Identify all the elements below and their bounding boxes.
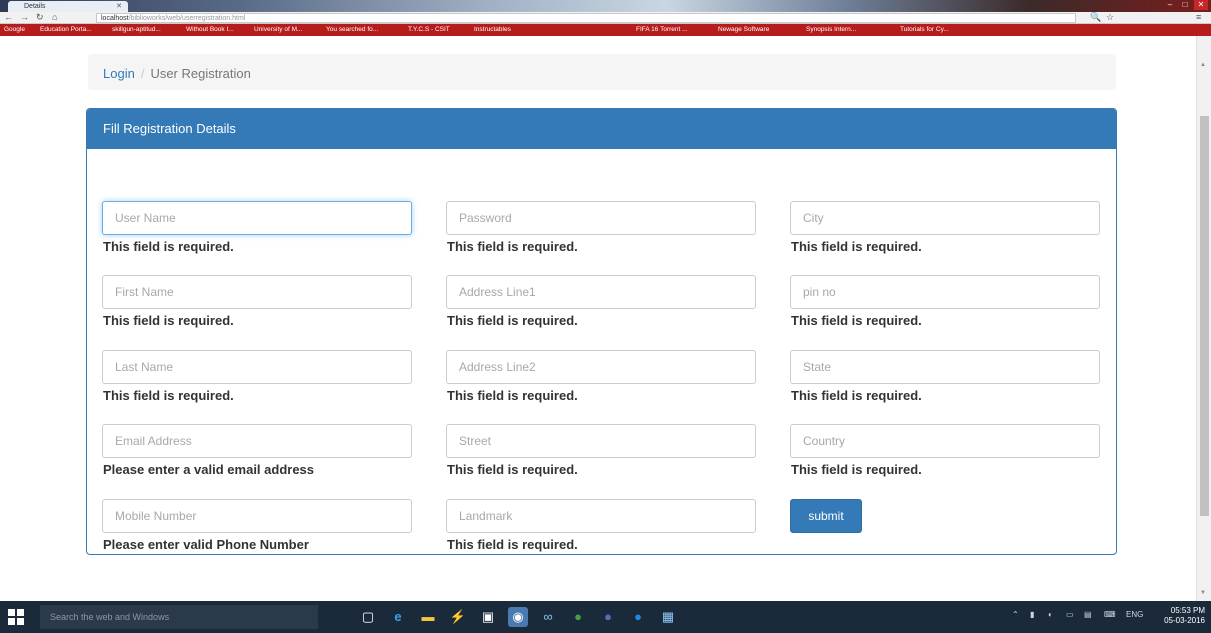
street-input[interactable] <box>446 424 756 458</box>
bookmark-item[interactable]: Without Book I... <box>186 26 234 33</box>
clock-time: 05:53 PM <box>1170 606 1205 615</box>
last-name-input[interactable] <box>102 350 412 384</box>
bookmark-item[interactable]: T.Y.C.S - CSIT <box>408 26 450 33</box>
landmark-input[interactable] <box>446 499 756 533</box>
address-line2-error: This field is required. <box>447 388 578 403</box>
app-icon[interactable]: ● <box>598 607 618 627</box>
star-icon[interactable]: ☆ <box>1106 12 1114 23</box>
tray-chevron-icon[interactable]: ⌃ <box>1012 610 1019 619</box>
bookmark-item[interactable]: FIFA 16 Torrent ... <box>636 26 688 33</box>
address-line2-input[interactable] <box>446 350 756 384</box>
address-bar[interactable]: localhost/biblioworks/web/userregistrati… <box>96 13 1076 23</box>
browser-tab[interactable]: Details ✕ <box>8 1 128 12</box>
app-icon[interactable]: ▦ <box>658 607 678 627</box>
breadcrumb-login-link[interactable]: Login <box>103 66 135 81</box>
first-name-error: This field is required. <box>103 313 234 328</box>
mobile-error: Please enter valid Phone Number <box>103 537 309 552</box>
bookmark-item[interactable]: University of M... <box>254 26 302 33</box>
windows-start-icon[interactable] <box>8 609 24 625</box>
reload-icon[interactable]: ↻ <box>36 12 44 23</box>
windows-taskbar: Search the web and Windows ▢ e ▬ ⚡ ▣ ◉ ∞… <box>0 601 1211 633</box>
browser-toolbar: ← → ↻ ⌂ localhost/biblioworks/web/userre… <box>0 12 1211 24</box>
url-host: localhost <box>101 15 129 22</box>
minimize-icon[interactable]: – <box>1163 0 1177 10</box>
tab-title: Details <box>24 3 46 10</box>
tray-volume-icon[interactable]: ◐ <box>1048 610 1053 619</box>
breadcrumb-current: User Registration <box>150 66 251 81</box>
country-input[interactable] <box>790 424 1100 458</box>
city-error: This field is required. <box>791 239 922 254</box>
bookmarks-bar: Google Education Porta... skillgun-aptit… <box>0 24 1211 36</box>
scroll-down-icon[interactable]: ▼ <box>1200 590 1206 596</box>
email-input[interactable] <box>102 424 412 458</box>
scroll-thumb[interactable] <box>1200 116 1209 516</box>
last-name-error: This field is required. <box>103 388 234 403</box>
state-input[interactable] <box>790 350 1100 384</box>
bookmark-item[interactable]: skillgun-aptitud... <box>112 26 161 33</box>
bookmark-item[interactable]: You searched fo... <box>326 26 378 33</box>
breadcrumb-separator: / <box>140 66 145 81</box>
maximize-icon[interactable]: □ <box>1178 0 1192 10</box>
store-icon[interactable]: ▣ <box>478 607 498 627</box>
bookmark-item[interactable]: Education Porta... <box>40 26 92 33</box>
language-indicator[interactable]: ENG <box>1126 610 1143 619</box>
bookmark-item[interactable]: Newage Software <box>718 26 769 33</box>
address-line1-error: This field is required. <box>447 313 578 328</box>
tray-battery-icon[interactable]: ▭ <box>1066 610 1074 619</box>
menu-icon[interactable]: ≡ <box>1196 12 1201 22</box>
breadcrumb: Login / User Registration <box>88 54 1116 90</box>
taskbar-clock[interactable]: 05:53 PM 05-03-2016 <box>1164 606 1205 626</box>
first-name-input[interactable] <box>102 275 412 309</box>
pin-input[interactable] <box>790 275 1100 309</box>
task-view-icon[interactable]: ▢ <box>358 607 378 627</box>
app-icon[interactable]: ● <box>568 607 588 627</box>
zoom-icon[interactable]: 🔍 <box>1090 12 1101 23</box>
submit-button[interactable]: submit <box>790 499 862 533</box>
registration-panel: Fill Registration Details <box>86 108 1117 555</box>
mobile-input[interactable] <box>102 499 412 533</box>
address-line1-input[interactable] <box>446 275 756 309</box>
url-path: /biblioworks/web/userregistration.html <box>128 15 246 22</box>
tray-keyboard-icon[interactable]: ⌨ <box>1104 610 1116 619</box>
country-error: This field is required. <box>791 462 922 477</box>
close-icon[interactable]: ✕ <box>116 2 122 10</box>
chrome-icon[interactable]: ◉ <box>508 607 528 627</box>
taskbar-search-box[interactable]: Search the web and Windows <box>40 605 318 629</box>
password-input[interactable] <box>446 201 756 235</box>
bookmark-item[interactable]: Instructables <box>474 26 511 33</box>
bookmark-item[interactable]: Tutorials for Cy... <box>900 26 949 33</box>
bookmark-item[interactable]: Synopsis Intern... <box>806 26 856 33</box>
username-input[interactable] <box>102 201 412 235</box>
tray-network-icon[interactable]: ▮ <box>1030 610 1034 619</box>
state-error: This field is required. <box>791 388 922 403</box>
edge-icon[interactable]: e <box>388 607 408 627</box>
clock-date: 05-03-2016 <box>1164 616 1205 625</box>
app-icon[interactable]: ∞ <box>538 607 558 627</box>
password-error: This field is required. <box>447 239 578 254</box>
panel-heading: Fill Registration Details <box>87 109 1116 149</box>
page-scrollbar[interactable]: ▲ ▼ <box>1196 36 1211 601</box>
city-input[interactable] <box>790 201 1100 235</box>
app-icon[interactable]: ● <box>628 607 648 627</box>
email-error: Please enter a valid email address <box>103 462 315 477</box>
bookmark-item[interactable]: Google <box>4 26 25 33</box>
browser-titlebar: Details ✕ – □ ✕ <box>0 0 1211 12</box>
landmark-error: This field is required. <box>447 537 578 552</box>
scroll-up-icon[interactable]: ▲ <box>1200 62 1206 68</box>
file-explorer-icon[interactable]: ▬ <box>418 607 438 627</box>
forward-icon[interactable]: → <box>20 12 29 22</box>
tray-notification-icon[interactable]: ▤ <box>1084 610 1092 619</box>
street-error: This field is required. <box>447 462 578 477</box>
pin-error: This field is required. <box>791 313 922 328</box>
back-icon[interactable]: ← <box>4 12 13 22</box>
lightning-icon[interactable]: ⚡ <box>448 607 468 627</box>
window-close-icon[interactable]: ✕ <box>1194 0 1208 10</box>
username-error: This field is required. <box>103 239 234 254</box>
home-icon[interactable]: ⌂ <box>52 12 57 22</box>
